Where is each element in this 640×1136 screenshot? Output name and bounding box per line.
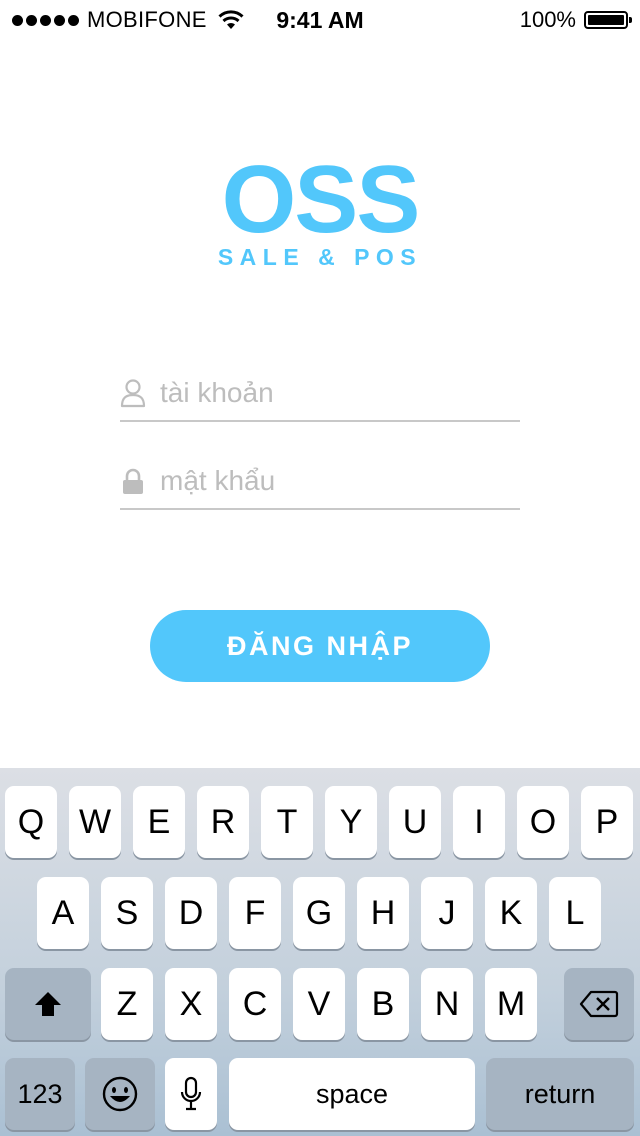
user-icon [120,379,146,408]
battery-icon [584,11,632,29]
battery-percentage: 100% [519,7,576,32]
key-g[interactable]: G [293,877,345,949]
key-i[interactable]: I [453,786,505,858]
lock-icon [123,468,143,494]
password-input[interactable] [160,462,510,500]
key-j[interactable]: J [421,877,473,949]
space-key[interactable]: space [229,1058,475,1130]
keyboard: QWERTYUIOP ASDFGHJKL ZXCVBNM 123 space r… [0,768,640,1136]
key-w[interactable]: W [69,786,121,858]
status-bar: MOBIFONE 9:41 AM 100% [0,0,640,40]
key-n[interactable]: N [421,968,473,1040]
key-u[interactable]: U [389,786,441,858]
shift-key[interactable] [5,968,91,1040]
key-d[interactable]: D [165,877,217,949]
status-right: 100% [519,6,632,34]
key-m[interactable]: M [485,968,537,1040]
key-c[interactable]: C [229,968,281,1040]
key-v[interactable]: V [293,968,345,1040]
emoji-icon [102,1076,138,1112]
backspace-icon [579,990,619,1018]
return-key[interactable]: return [486,1058,634,1130]
key-h[interactable]: H [357,877,409,949]
key-f[interactable]: F [229,877,281,949]
dictation-key[interactable] [165,1058,217,1130]
emoji-key[interactable] [85,1058,155,1130]
app-logo: OSS SALE & POS [0,150,640,271]
key-y[interactable]: Y [325,786,377,858]
username-input[interactable] [160,374,510,412]
password-field[interactable] [120,458,520,510]
username-field[interactable] [120,370,520,422]
shift-icon [35,992,61,1016]
delete-key[interactable] [564,968,634,1040]
key-o[interactable]: O [517,786,569,858]
key-t[interactable]: T [261,786,313,858]
microphone-icon [180,1076,202,1111]
logo-subtitle: SALE & POS [217,244,423,270]
key-x[interactable]: X [165,968,217,1040]
logo-title: OSS [221,146,421,253]
key-k[interactable]: K [485,877,537,949]
key-e[interactable]: E [133,786,185,858]
key-b[interactable]: B [357,968,409,1040]
key-r[interactable]: R [197,786,249,858]
key-s[interactable]: S [101,877,153,949]
key-p[interactable]: P [581,786,633,858]
key-z[interactable]: Z [101,968,153,1040]
numbers-key[interactable]: 123 [5,1058,75,1130]
key-l[interactable]: L [549,877,601,949]
key-a[interactable]: A [37,877,89,949]
key-q[interactable]: Q [5,786,57,858]
login-button[interactable]: ĐĂNG NHẬP [150,610,490,682]
